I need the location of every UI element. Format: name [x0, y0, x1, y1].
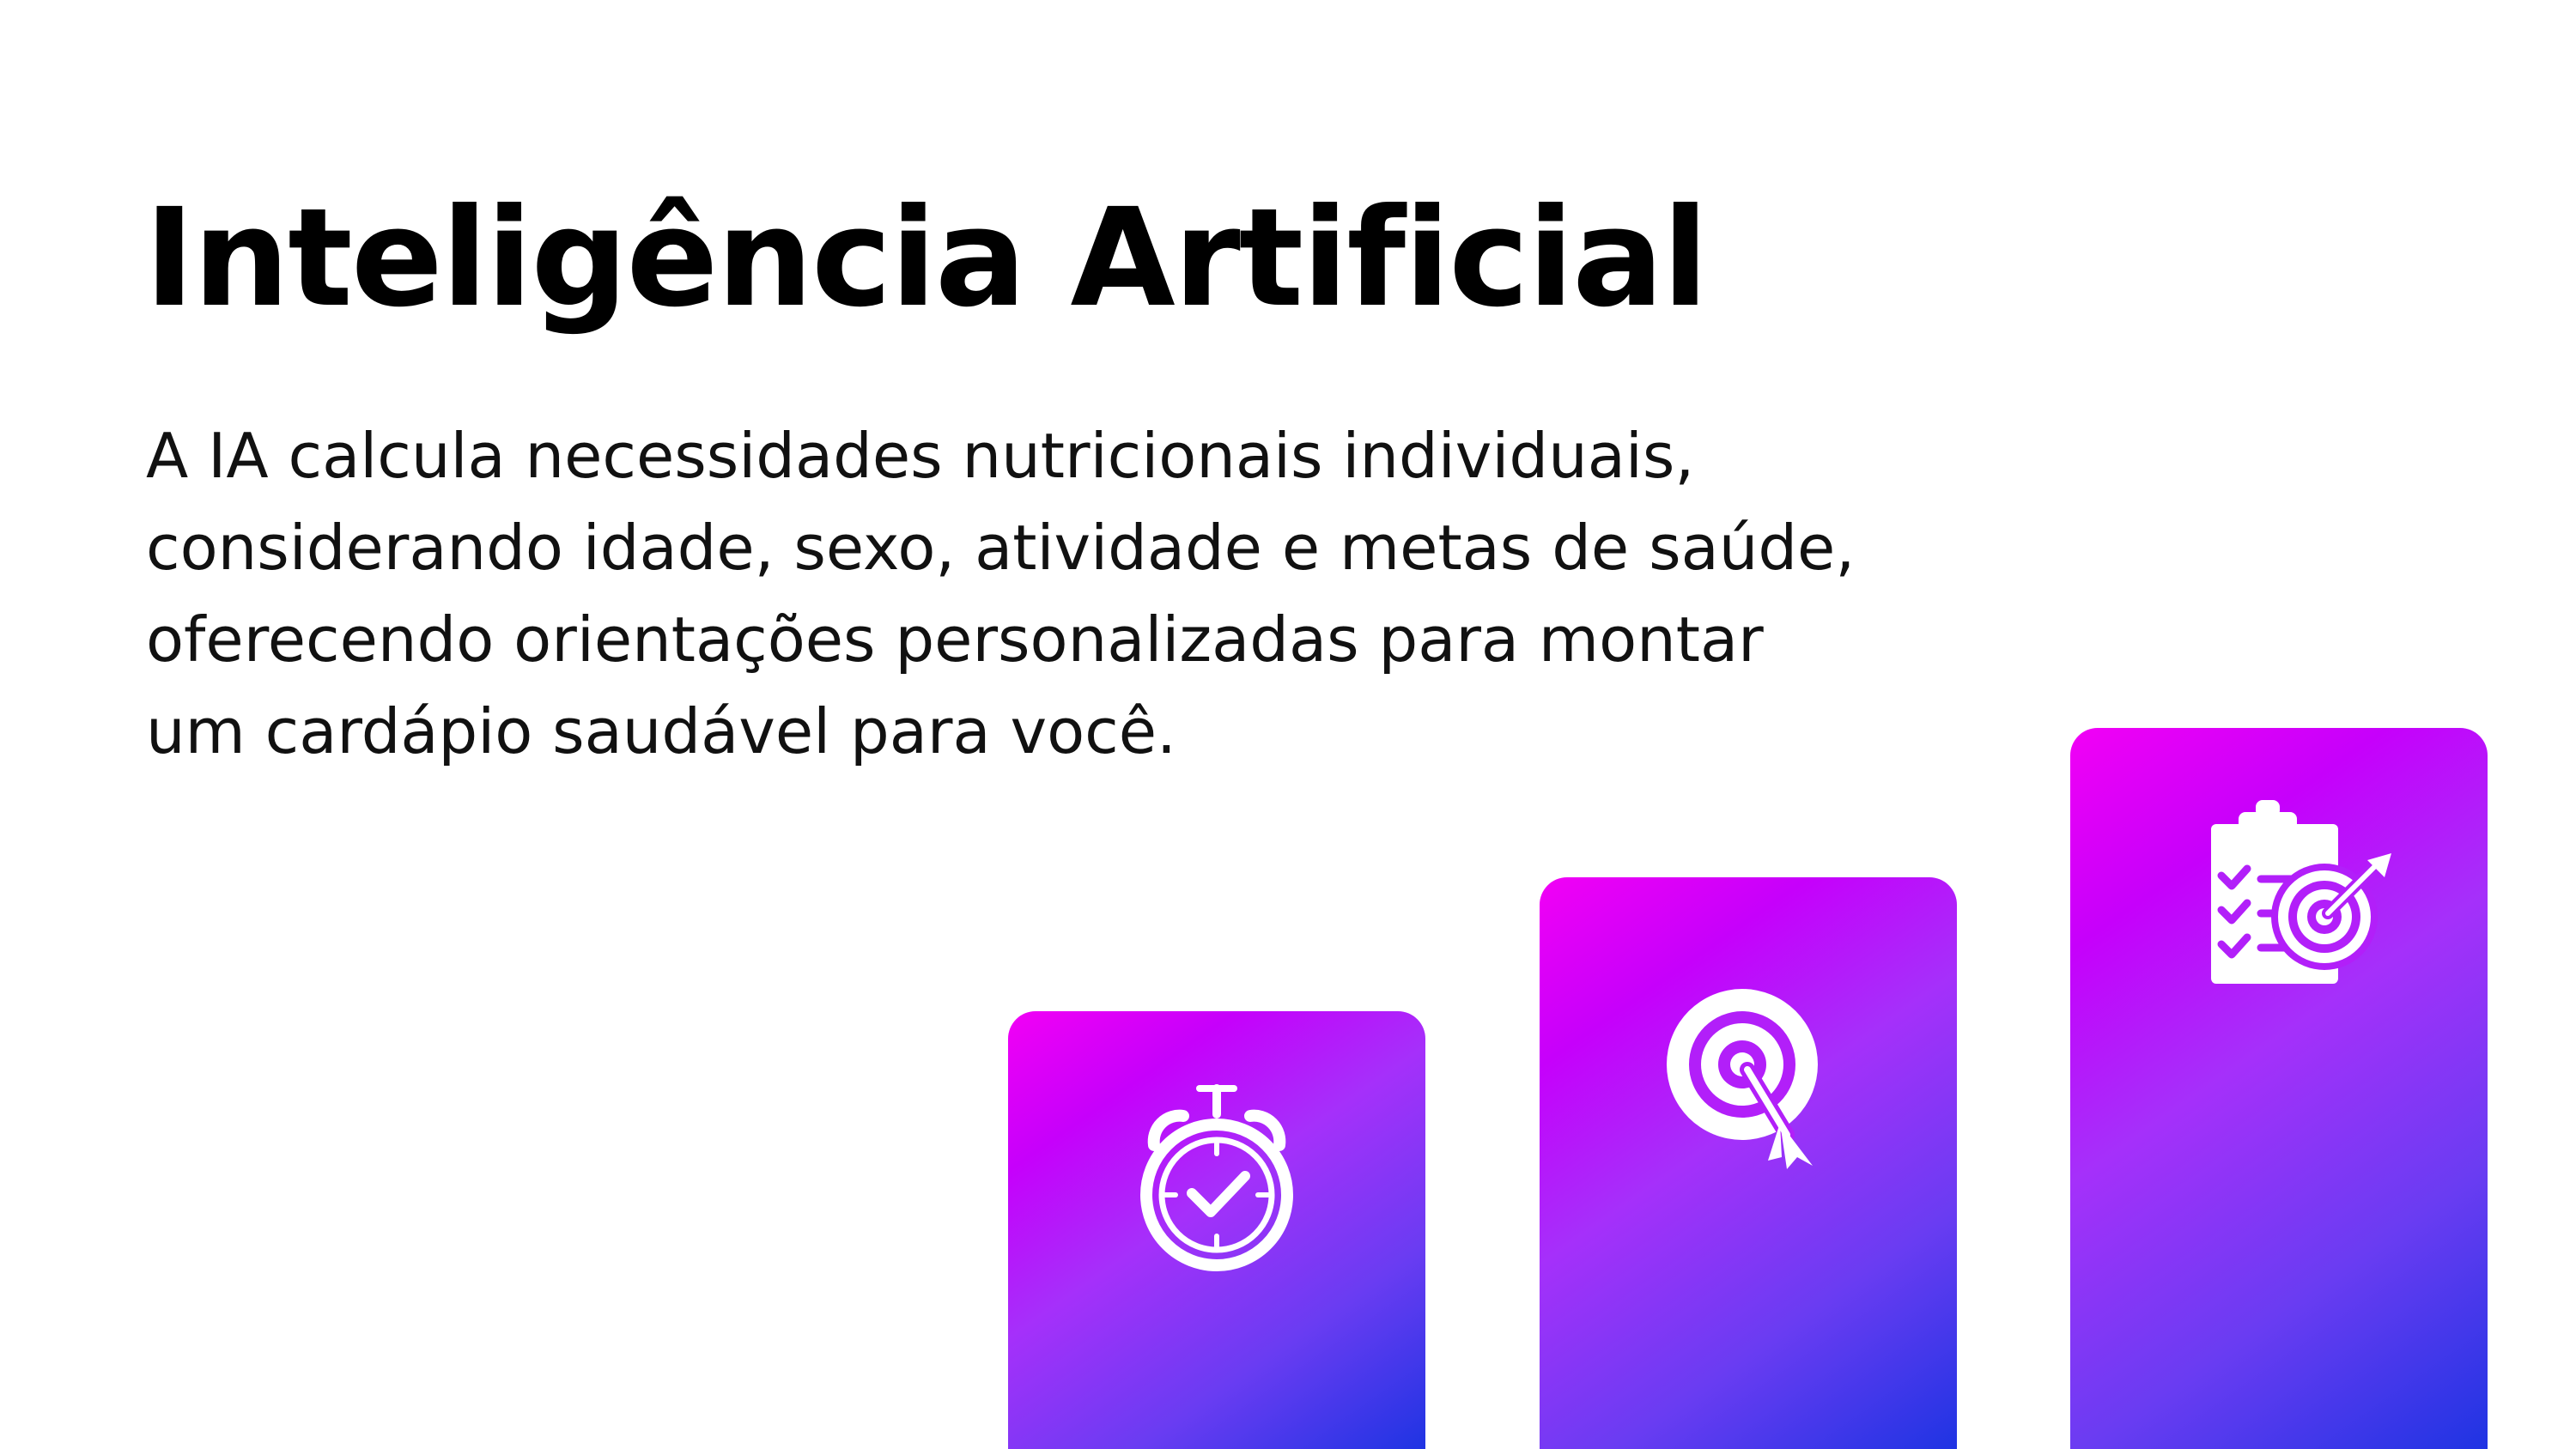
description-line: considerando idade, sexo, atividade e me… — [146, 512, 1856, 584]
slide-title: Inteligência Artificial — [144, 179, 1709, 337]
clipboard-target-icon — [2208, 800, 2397, 997]
stopwatch-check-icon — [1135, 1083, 1298, 1281]
target-arrow-icon — [1667, 989, 1830, 1195]
feature-card-2 — [1540, 877, 1957, 1449]
feature-card-1 — [1008, 1011, 1425, 1449]
slide: Inteligência Artificial A IA calcula nec… — [0, 0, 2576, 1449]
slide-description: A IA calcula necessidades nutricionais i… — [146, 410, 1992, 778]
description-line: oferecendo orientações personalizadas pa… — [146, 603, 1764, 676]
description-line: um cardápio saudável para você. — [146, 695, 1176, 767]
feature-card-3 — [2070, 728, 2488, 1449]
description-line: A IA calcula necessidades nutricionais i… — [146, 420, 1695, 492]
